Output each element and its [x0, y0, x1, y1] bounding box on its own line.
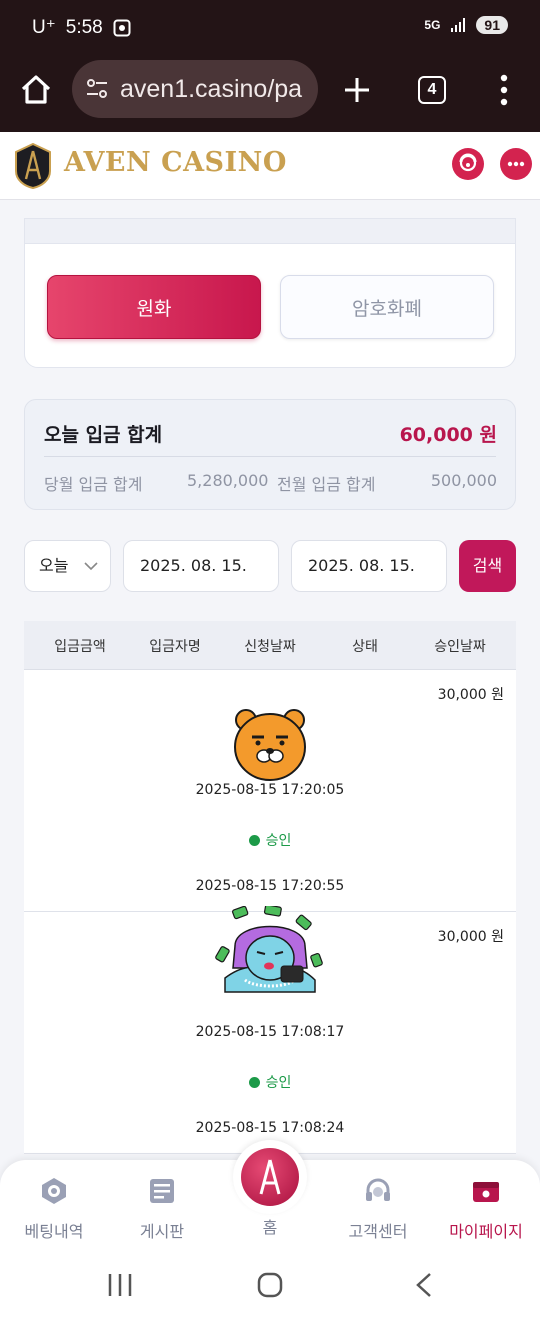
new-tab-icon[interactable] — [335, 68, 379, 112]
col-header-approve-date: 승인날짜 — [434, 639, 486, 655]
nav-item-home[interactable] — [233, 1140, 307, 1214]
status-text: 승인 — [265, 1075, 292, 1091]
nav-item-betting[interactable]: 베팅내역 — [4, 1176, 104, 1242]
nav-label-board: 게시판 — [139, 1222, 185, 1241]
tab-switcher-button[interactable]: 4 — [418, 76, 446, 104]
approve-date: 2025-08-15 17:20:55 — [195, 878, 345, 894]
deposit-amount: 30,000 원 — [437, 929, 504, 945]
screen-record-icon — [113, 19, 131, 36]
summary-divider — [44, 456, 496, 457]
nav-label-support: 고객센터 — [348, 1222, 408, 1241]
col-header-status: 상태 — [352, 639, 378, 655]
status-badge: 승인 — [24, 1072, 516, 1092]
deposit-summary-card: 오늘 입금 합계 60,000 원 당월 입금 합계 5,280,000 전월 … — [24, 399, 516, 510]
table-row[interactable]: 30,000 원 2025-08-15 17:08:17 승인 2025-08-… — [24, 906, 516, 1154]
month-deposit-amount: 5,280,000 — [187, 471, 269, 490]
status-bar: U⁺ 5:58 5G 91 — [0, 0, 540, 58]
table-header: 입금금액 입금자명 신청날짜 상태 승인날짜 — [24, 621, 516, 670]
nav-item-support[interactable]: 고객센터 — [328, 1176, 428, 1242]
search-button[interactable]: 검색 — [459, 540, 516, 592]
chevron-down-icon — [84, 562, 98, 571]
purple-hair-money-sticker-icon — [215, 906, 323, 993]
status-badge: 승인 — [24, 830, 516, 850]
browser-toolbar: aven1.casino/pa 4 — [0, 58, 540, 132]
network-label: 5G — [424, 18, 441, 32]
support-chat-icon[interactable] — [452, 148, 484, 180]
more-menu-icon[interactable] — [482, 68, 526, 112]
board-icon — [150, 1179, 174, 1203]
site-logo-text[interactable]: AVEN CASINO — [64, 147, 287, 178]
betting-chip-icon — [42, 1178, 66, 1204]
home-icon[interactable] — [14, 68, 58, 112]
url-text: aven1.casino/pa — [120, 75, 303, 103]
site-settings-icon[interactable] — [86, 79, 108, 99]
nav-label-home: 홈 — [262, 1218, 278, 1237]
aven-logo-emblem-icon[interactable] — [14, 143, 52, 189]
status-text: 승인 — [265, 833, 292, 849]
system-nav-bar — [0, 1248, 540, 1320]
status-dot-icon — [248, 835, 260, 846]
start-date-input[interactable]: 2025. 08. 15. — [123, 540, 279, 592]
signal-icon — [451, 18, 466, 32]
wallet-icon — [473, 1182, 499, 1202]
nav-label-mypage: 마이페이지 — [449, 1222, 523, 1241]
prev-month-deposit-amount: 500,000 — [430, 471, 497, 490]
month-deposit-label: 당월 입금 합계 — [44, 475, 143, 494]
clock: 5:58 — [65, 16, 103, 38]
today-deposit-label: 오늘 입금 합계 — [44, 424, 163, 446]
crypto-tab-button[interactable]: 암호화폐 — [280, 275, 494, 339]
deposit-amount: 30,000 원 — [437, 687, 504, 703]
nav-label-betting: 베팅내역 — [24, 1222, 84, 1241]
prev-month-deposit-label: 전월 입금 합계 — [277, 475, 376, 494]
back-icon[interactable] — [410, 1272, 438, 1298]
currency-tab-card: 원화 암호화폐 — [24, 218, 516, 368]
approve-date: 2025-08-15 17:08:24 — [195, 1120, 345, 1136]
orange-bear-sticker-icon — [234, 709, 306, 781]
site-header: AVEN CASINO — [0, 132, 540, 200]
period-select[interactable]: 오늘 — [24, 540, 111, 592]
period-select-value: 오늘 — [39, 556, 69, 575]
won-tab-button[interactable]: 원화 — [47, 275, 261, 339]
col-header-request-date: 신청날짜 — [244, 639, 296, 655]
col-header-amount: 입금금액 — [54, 639, 106, 655]
home-logo-icon — [241, 1148, 299, 1206]
request-date: 2025-08-15 17:08:17 — [195, 1024, 345, 1040]
nav-item-mypage[interactable]: 마이페이지 — [436, 1176, 536, 1242]
carrier-label: U⁺ — [32, 17, 56, 38]
today-deposit-amount: 60,000 원 — [399, 424, 497, 446]
request-date: 2025-08-15 17:20:05 — [195, 782, 345, 798]
card-strip — [25, 219, 515, 244]
table-row[interactable]: 30,000 원 2025-08-15 17:20:05 승인 2025-08-… — [24, 670, 516, 912]
battery-indicator: 91 — [476, 16, 508, 34]
headset-icon — [366, 1178, 390, 1201]
system-home-icon[interactable] — [257, 1272, 285, 1298]
messages-icon[interactable] — [500, 148, 532, 180]
col-header-depositor: 입금자명 — [149, 639, 201, 655]
recent-apps-icon[interactable] — [106, 1272, 134, 1298]
nav-item-board[interactable]: 게시판 — [112, 1176, 212, 1242]
status-dot-icon — [248, 1077, 260, 1088]
address-bar[interactable]: aven1.casino/pa — [72, 60, 318, 118]
end-date-input[interactable]: 2025. 08. 15. — [291, 540, 447, 592]
